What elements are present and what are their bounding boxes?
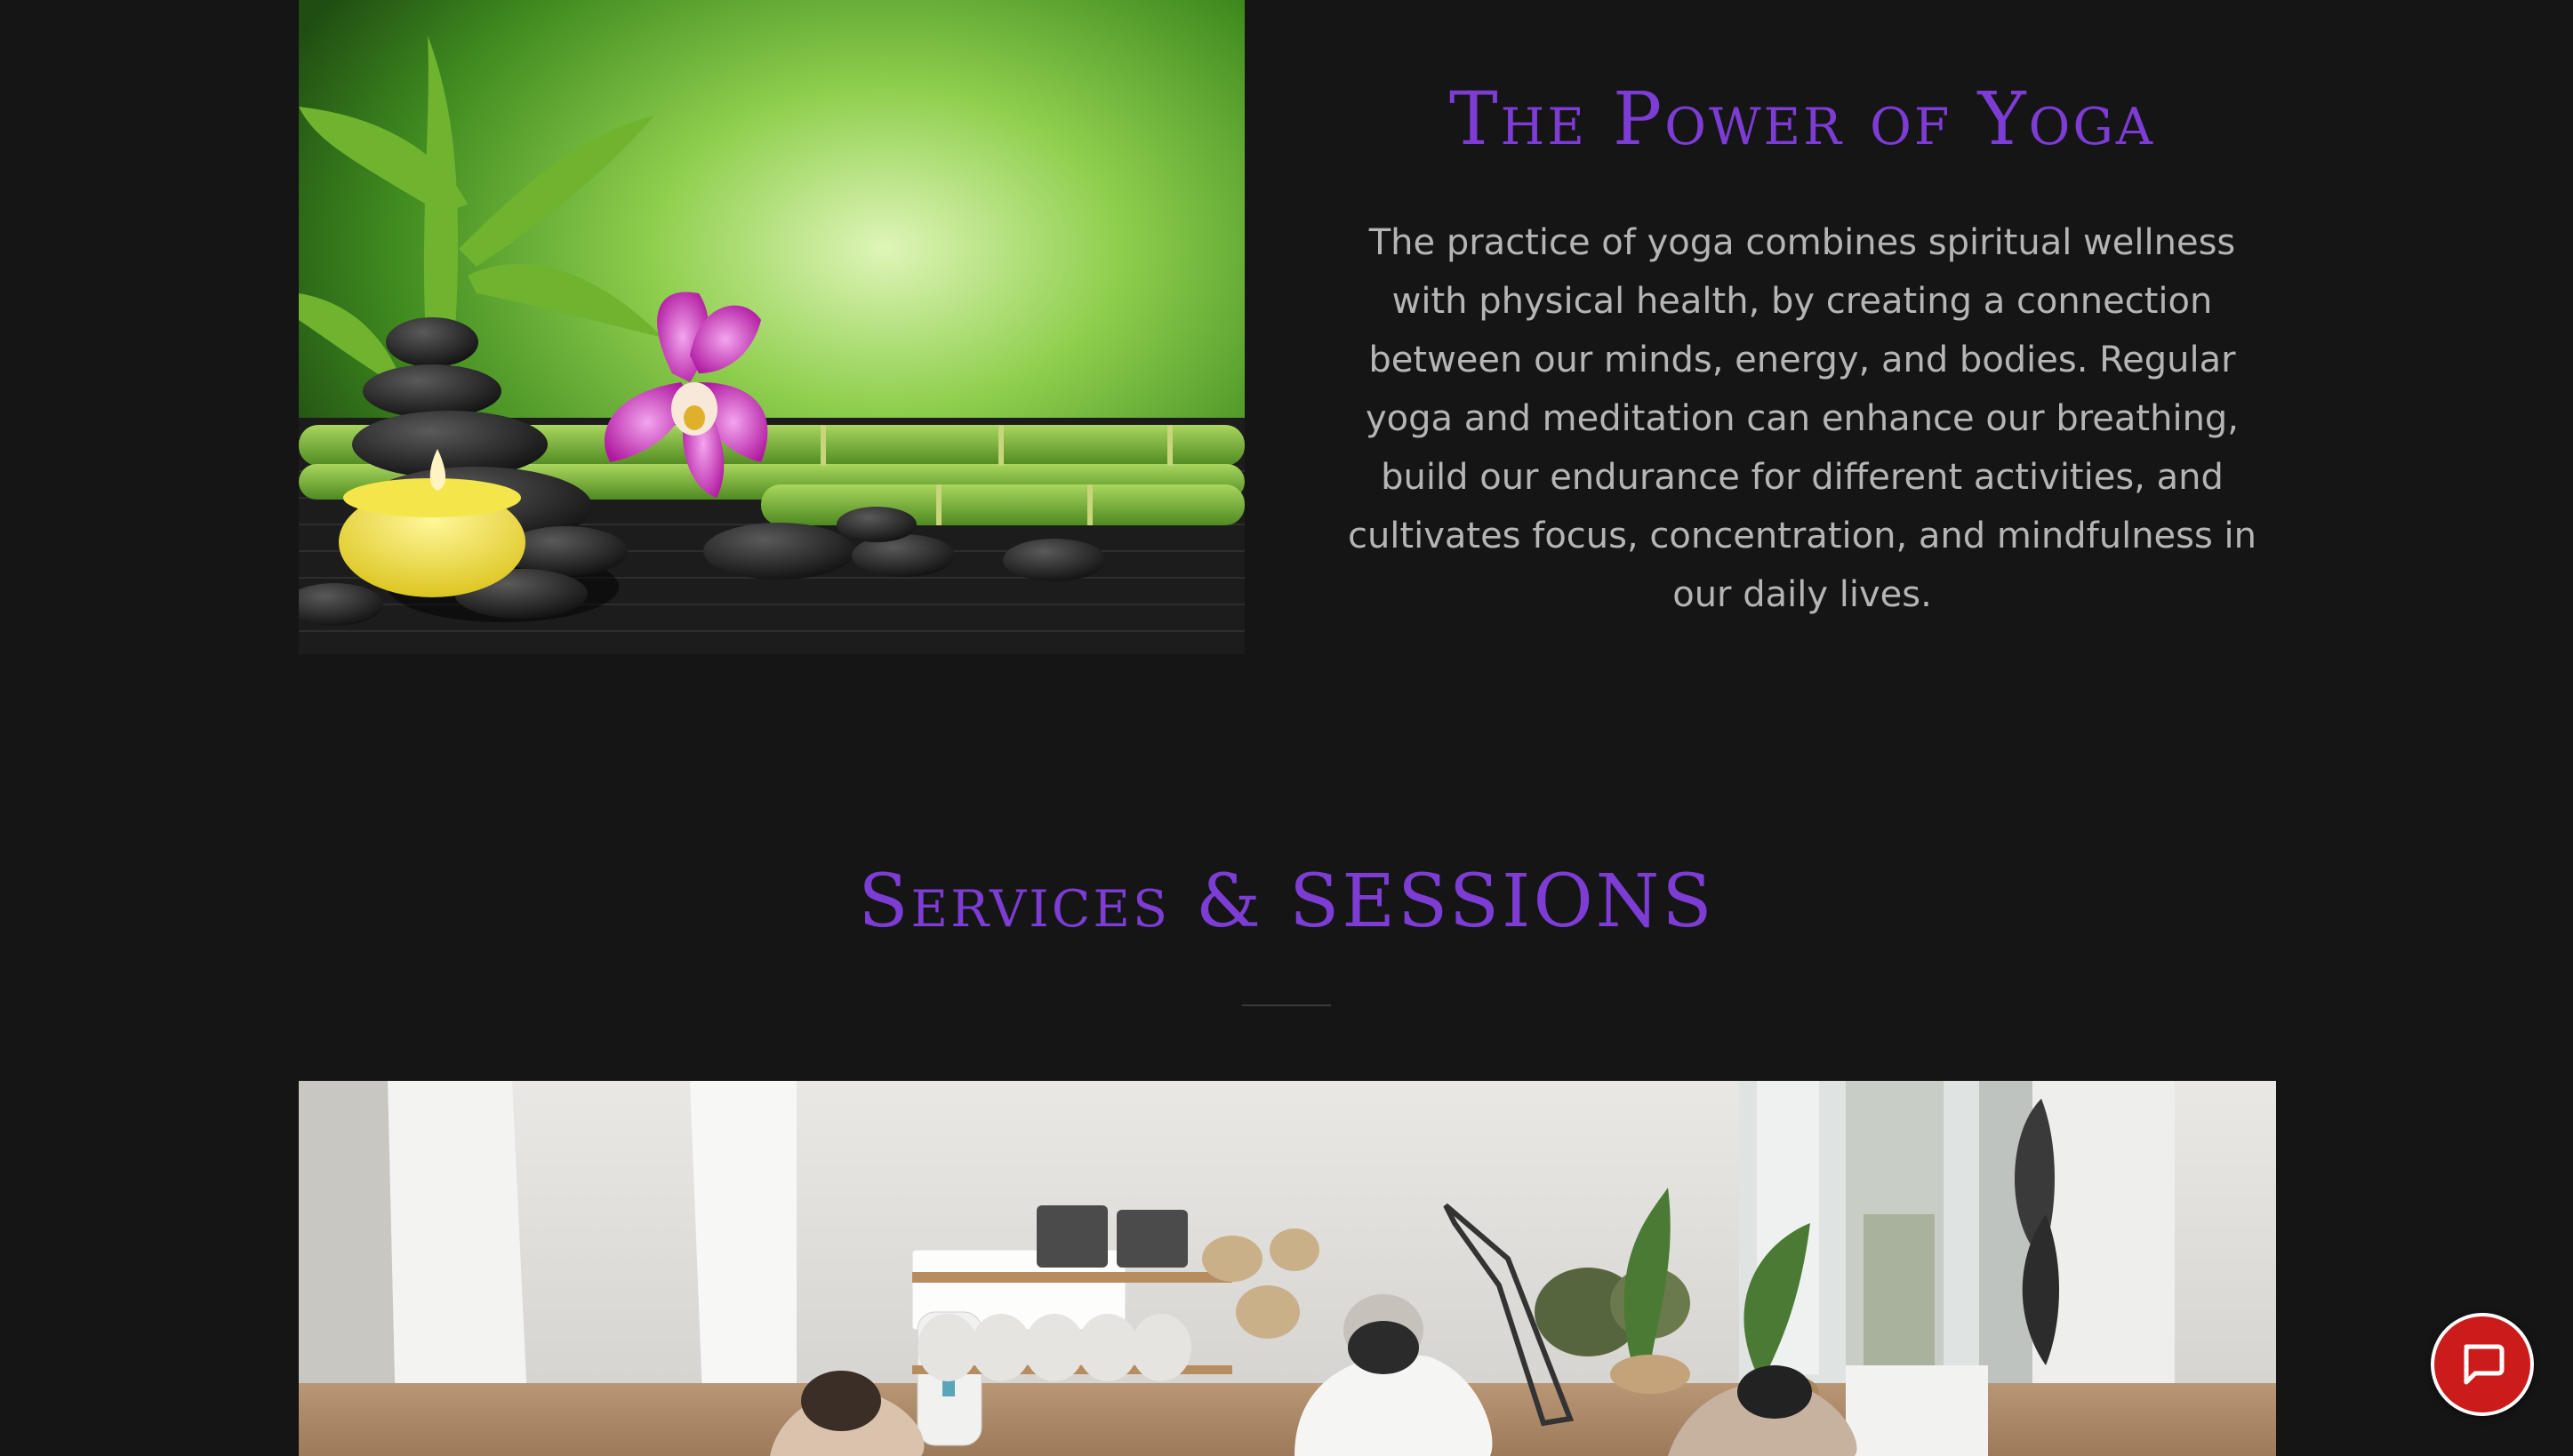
services-divider xyxy=(1242,1004,1331,1006)
intro-section: The Power of Yoga The practice of yoga c… xyxy=(299,0,2276,654)
intro-text-block: The Power of Yoga The practice of yoga c… xyxy=(1330,62,2274,624)
yoga-studio-image xyxy=(299,1081,2276,1456)
zen-stones-image xyxy=(299,0,1245,654)
intro-body: The practice of yoga combines spiritual … xyxy=(1347,222,2257,615)
chat-button[interactable] xyxy=(2431,1313,2534,1416)
intro-title: The Power of Yoga xyxy=(1448,77,2156,162)
chat-bubble-icon xyxy=(2457,1338,2507,1392)
services-title: Services & SESSIONS xyxy=(858,860,1715,944)
